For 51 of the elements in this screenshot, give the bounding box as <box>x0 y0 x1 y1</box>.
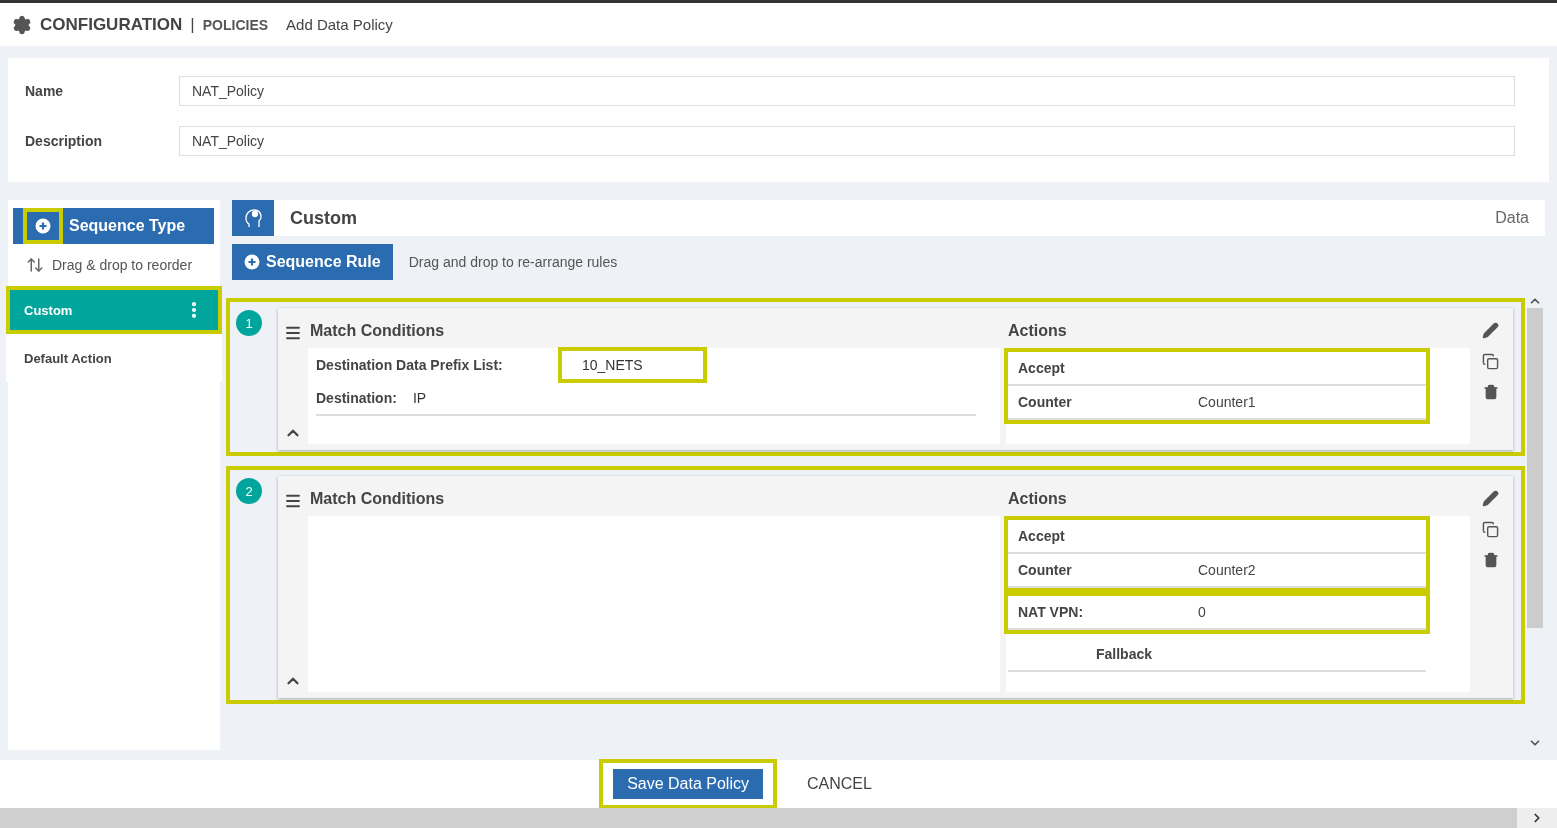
settings-icon <box>12 14 32 35</box>
edit-icon[interactable] <box>1482 322 1499 339</box>
actions-title: Actions <box>1007 489 1068 509</box>
title-separator: | <box>190 14 195 35</box>
match-conditions-title: Match Conditions <box>309 489 446 509</box>
copy-icon[interactable] <box>1482 521 1499 538</box>
action-label: Counter <box>1018 562 1073 578</box>
field-label: Description <box>25 133 103 149</box>
sidebar-item[interactable]: Default Action <box>6 334 222 382</box>
condition-value: 10_NETS <box>558 347 707 383</box>
action-label: NAT VPN: <box>1018 604 1085 620</box>
rule-card[interactable]: Match Conditions Destination Data Prefix List: 10_NETS Destination: IP Actions Accept Counter Counter1 <box>278 308 1513 450</box>
condition-label: Destination Data Prefix List: <box>316 357 504 373</box>
rule-number: 2 <box>236 478 262 504</box>
action-value: Counter1 <box>1198 394 1256 410</box>
match-conditions-title: Match Conditions <box>309 321 446 341</box>
reorder-hint: Drag & drop to reorder <box>52 257 193 273</box>
edit-icon[interactable] <box>1482 490 1499 507</box>
policy-type: Data <box>1495 209 1529 227</box>
delete-icon[interactable] <box>1482 552 1499 568</box>
action-value: Counter2 <box>1198 562 1256 578</box>
rule-number: 1 <box>236 310 262 336</box>
sequence-type-button[interactable]: Sequence Type <box>13 208 214 244</box>
menu-icon[interactable] <box>284 324 302 342</box>
rearrange-hint: Drag and drop to re-arrange rules <box>408 254 618 270</box>
horizontal-scrollbar[interactable] <box>0 808 1557 828</box>
policy-title: Custom <box>290 207 358 229</box>
page-subtitle: Add Data Policy <box>286 16 393 33</box>
page-title: CONFIGURATION <box>40 14 183 35</box>
plus-circle-icon <box>35 218 51 234</box>
rule-card[interactable]: Match Conditions Actions Accept Counter Counter2 NAT VPN: 0 Fallback <box>278 476 1513 698</box>
action-label: Counter <box>1018 394 1073 410</box>
action-label: Accept <box>1018 360 1066 376</box>
copy-icon[interactable] <box>1482 353 1499 370</box>
save-button[interactable]: Save Data Policy <box>613 769 763 799</box>
action-label: Fallback <box>1095 646 1154 662</box>
condition-label: Destination: <box>316 390 397 406</box>
cancel-button[interactable]: CANCEL <box>800 774 878 794</box>
action-label: Accept <box>1018 528 1066 544</box>
delete-icon[interactable] <box>1482 384 1499 400</box>
condition-value: IP <box>412 390 427 406</box>
field-label: Name <box>25 83 65 99</box>
section-title: POLICIES <box>202 16 269 33</box>
actions-title: Actions <box>1007 321 1068 341</box>
plus-circle-icon <box>244 254 260 270</box>
sequence-rule-button[interactable]: Sequence Rule <box>232 244 393 280</box>
menu-icon[interactable] <box>284 492 302 510</box>
action-value: 0 <box>1198 604 1206 620</box>
input-field[interactable]: NAT_Policy <box>179 126 1515 156</box>
input-field[interactable]: NAT_Policy <box>179 76 1515 106</box>
up-down-arrows-icon <box>26 256 44 274</box>
